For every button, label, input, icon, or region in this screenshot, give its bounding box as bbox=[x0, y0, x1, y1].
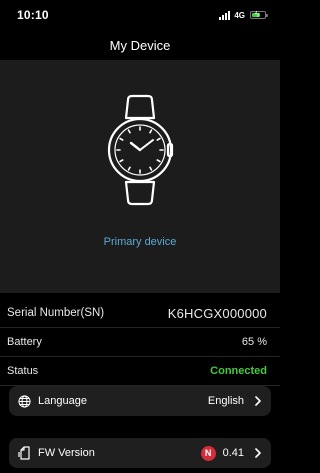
phone-screen: 10:10 4G ϟ My Device Primary device Seri… bbox=[0, 0, 280, 473]
primary-device-label: Primary device bbox=[103, 236, 177, 248]
status-label: Status bbox=[7, 365, 39, 377]
battery-icon: ϟ bbox=[250, 10, 268, 19]
language-setting-right: English bbox=[208, 395, 262, 407]
language-value: English bbox=[207, 395, 244, 407]
status-row: Status Connected bbox=[0, 357, 280, 386]
serial-number-label: Serial Number(SN) bbox=[7, 307, 105, 319]
chevron-right-icon bbox=[255, 448, 261, 458]
network-type: 4G bbox=[234, 10, 245, 20]
chevron-right-icon bbox=[255, 396, 261, 406]
serial-number-value: K6HCGX000000 bbox=[167, 305, 267, 321]
language-setting-left: Language bbox=[18, 394, 87, 408]
signal-icon bbox=[219, 10, 231, 20]
watch-icon bbox=[107, 94, 174, 206]
battery-row: Battery 65 % bbox=[0, 328, 280, 357]
fw-version-value: 0.41 bbox=[222, 447, 244, 459]
globe-icon bbox=[18, 394, 31, 408]
serial-number-row: Serial Number(SN) K6HCGX000000 bbox=[0, 299, 280, 328]
language-setting[interactable]: Language English bbox=[9, 386, 271, 416]
fw-version-setting[interactable]: FW Version N 0.41 bbox=[9, 438, 271, 468]
connection-status-value: Connected bbox=[210, 365, 267, 377]
document-icon bbox=[18, 446, 30, 460]
page-title: My Device bbox=[109, 37, 171, 53]
battery-label: Battery bbox=[7, 336, 42, 348]
device-info-list: Serial Number(SN) K6HCGX000000 Battery 6… bbox=[0, 299, 280, 386]
fw-version-setting-left: FW Version bbox=[18, 446, 95, 460]
status-bar: 10:10 4G ϟ bbox=[0, 0, 280, 30]
device-hero: Primary device bbox=[0, 60, 280, 293]
fw-version-setting-right: N 0.41 bbox=[200, 445, 262, 461]
battery-value: 65 % bbox=[241, 336, 267, 348]
new-badge: N bbox=[200, 445, 216, 461]
status-indicators: 4G ϟ bbox=[219, 10, 268, 20]
language-label: Language bbox=[38, 395, 87, 407]
fw-version-label: FW Version bbox=[38, 447, 95, 459]
status-time: 10:10 bbox=[17, 8, 49, 22]
